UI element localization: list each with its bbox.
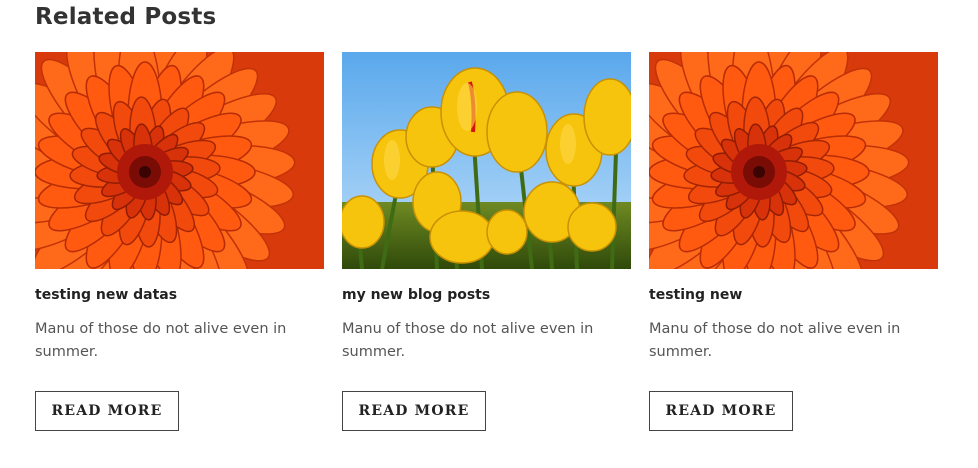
post-image-tulips[interactable] — [342, 52, 631, 269]
post-image-chrysanthemum[interactable] — [649, 52, 938, 269]
post-excerpt: Manu of those do not alive even in summe… — [649, 321, 901, 360]
read-more-button[interactable]: READ MORE — [649, 391, 793, 431]
post-card: testing new datas Manu of those do not a… — [35, 52, 324, 431]
post-title[interactable]: my new blog posts — [342, 287, 631, 303]
section-title: Related Posts — [35, 4, 217, 30]
read-more-button[interactable]: READ MORE — [35, 391, 179, 431]
post-card: testing new Manu of those do not alive e… — [649, 52, 938, 431]
post-title[interactable]: testing new — [649, 287, 938, 303]
post-image-chrysanthemum[interactable] — [35, 52, 324, 269]
post-excerpt: Manu of those do not alive even in summe… — [342, 321, 594, 360]
read-more-button[interactable]: READ MORE — [342, 391, 486, 431]
post-card: my new blog posts Manu of those do not a… — [342, 52, 631, 431]
post-excerpt: Manu of those do not alive even in summe… — [35, 321, 287, 360]
post-title[interactable]: testing new datas — [35, 287, 324, 303]
